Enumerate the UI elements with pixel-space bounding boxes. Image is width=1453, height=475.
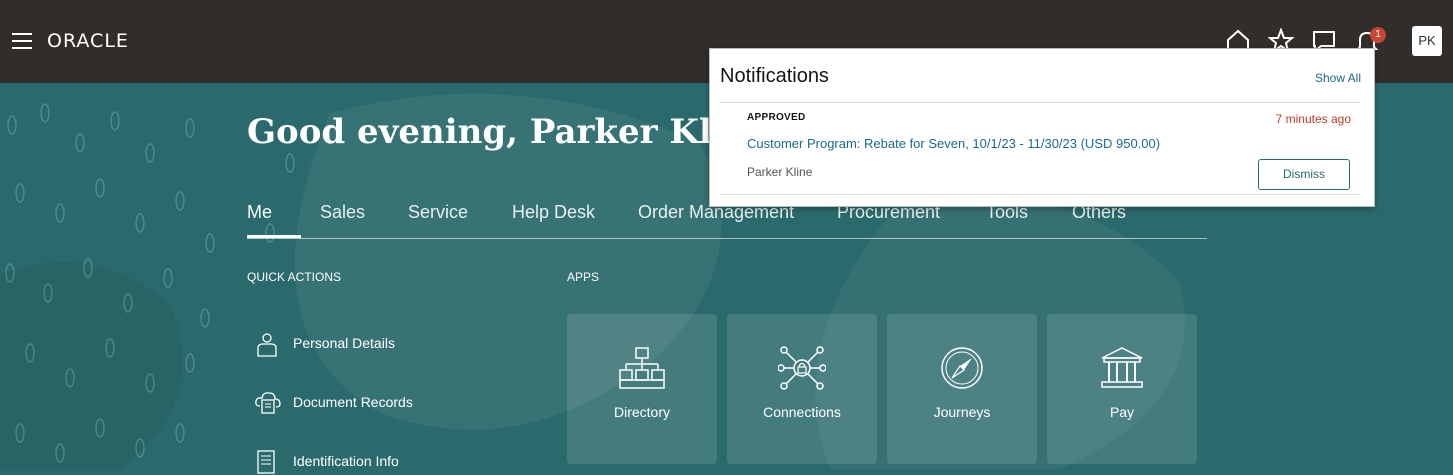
quick-actions-title: QUICK ACTIONS <box>247 270 342 284</box>
active-tab-indicator <box>247 235 301 238</box>
divider <box>720 194 1360 195</box>
bank-icon <box>1101 347 1143 388</box>
app-tile-label: Pay <box>1109 404 1135 420</box>
notification-badge[interactable]: 1 <box>1370 27 1386 43</box>
quick-action-label: Document Records <box>293 394 413 410</box>
notifications-title: Notifications <box>720 65 829 87</box>
person-icon <box>257 333 277 357</box>
tab-service[interactable]: Service <box>408 202 468 223</box>
oracle-logo[interactable]: ORACLE <box>47 30 129 52</box>
greeting-title: Good evening, Parker Kline <box>247 112 772 152</box>
dismiss-button[interactable]: Dismiss <box>1258 159 1350 190</box>
menu-icon[interactable] <box>12 33 32 49</box>
tab-me[interactable]: Me <box>247 202 272 223</box>
notification-time: 7 minutes ago <box>1275 112 1351 126</box>
network-icon <box>778 346 826 390</box>
show-all-link[interactable]: Show All <box>1315 71 1361 85</box>
app-tile-pay[interactable]: Pay <box>1047 314 1197 464</box>
app-tile-label: Connections <box>763 404 841 420</box>
app-tile-directory[interactable]: Directory <box>567 314 717 464</box>
id-document-icon <box>257 450 275 474</box>
divider <box>720 102 1360 103</box>
app-tile-connections[interactable]: Connections <box>727 314 877 464</box>
apps-title: APPS <box>567 270 600 284</box>
tab-sales[interactable]: Sales <box>320 202 365 223</box>
org-chart-icon <box>619 347 665 389</box>
notification-link[interactable]: Customer Program: Rebate for Seven, 10/1… <box>747 136 1160 151</box>
quick-action-label: Identification Info <box>293 453 399 469</box>
quick-action-label: Personal Details <box>293 335 395 351</box>
notification-status: APPROVED <box>747 112 806 123</box>
document-cloud-icon <box>255 392 281 414</box>
app-tile-journeys[interactable]: Journeys <box>887 314 1037 464</box>
app-tile-label: Journeys <box>933 404 991 420</box>
notification-person: Parker Kline <box>747 165 813 179</box>
app-tile-label: Directory <box>613 404 670 420</box>
avatar[interactable]: PK <box>1412 26 1442 56</box>
compass-icon <box>941 347 983 389</box>
notifications-popup: Notifications Show All APPROVED 7 minute… <box>709 48 1375 207</box>
tab-help-desk[interactable]: Help Desk <box>512 202 595 223</box>
